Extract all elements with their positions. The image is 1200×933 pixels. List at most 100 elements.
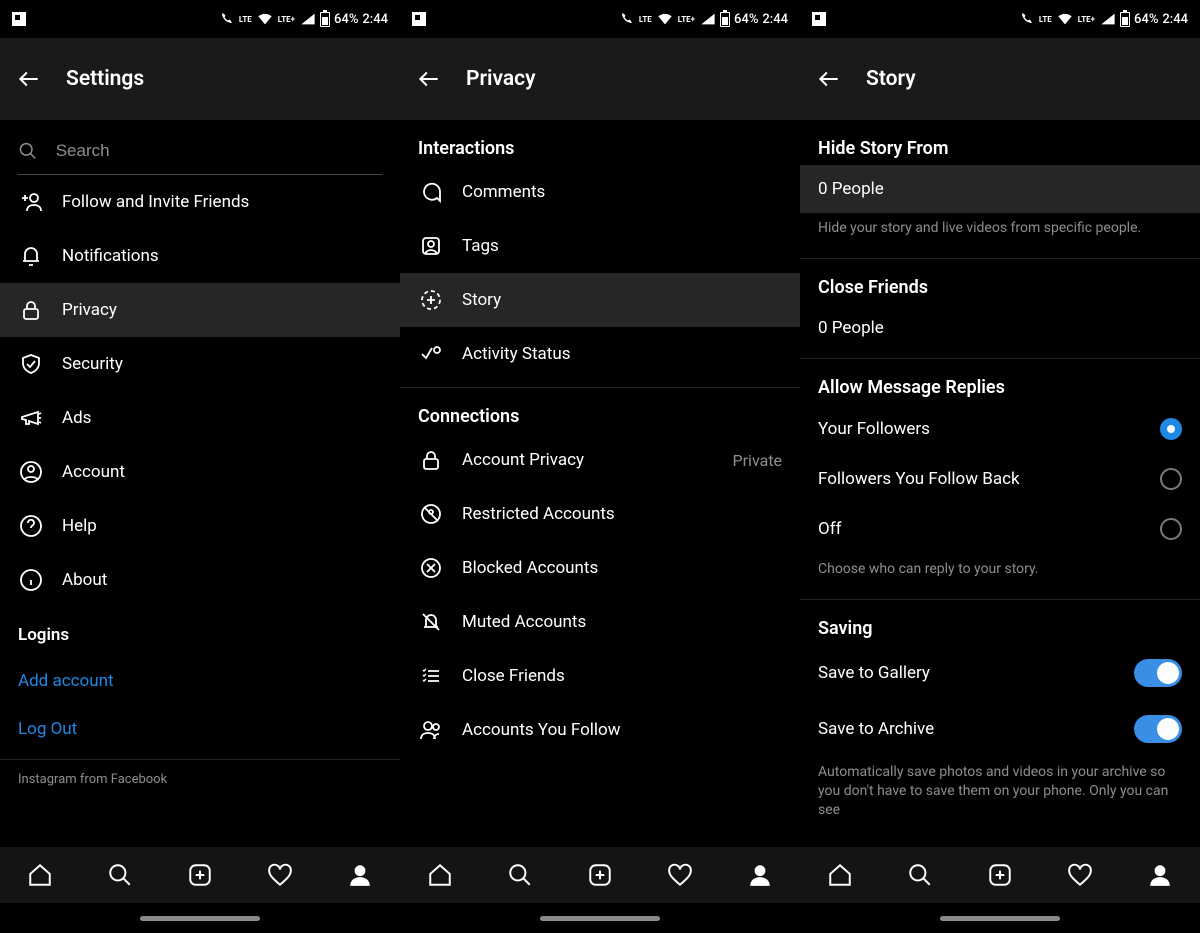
item-label: Notifications xyxy=(62,246,159,266)
toggle-on[interactable] xyxy=(1134,659,1182,687)
system-nav xyxy=(400,903,800,933)
battery-icon xyxy=(1120,12,1130,27)
hide-from-row[interactable]: 0 People xyxy=(800,165,1200,213)
item-label: Story xyxy=(462,290,501,310)
search-row[interactable] xyxy=(18,130,382,175)
nav-pill[interactable] xyxy=(140,916,260,921)
phone-settings: LTE LTE+ 64% 2:44 Settings Follow and In… xyxy=(0,0,400,933)
saving-hint: Automatically save photos and videos in … xyxy=(800,757,1200,820)
item-label: Accounts You Follow xyxy=(462,720,621,740)
nav-search[interactable] xyxy=(906,861,934,889)
back-button[interactable] xyxy=(816,66,842,92)
item-ads[interactable]: Ads xyxy=(0,391,400,445)
back-button[interactable] xyxy=(416,66,442,92)
save-archive-row[interactable]: Save to Archive xyxy=(800,701,1200,757)
item-notifications[interactable]: Notifications xyxy=(0,229,400,283)
story-icon xyxy=(418,288,444,312)
add-account-link[interactable]: Add account xyxy=(0,657,400,705)
nav-activity[interactable] xyxy=(1066,861,1094,889)
nav-activity[interactable] xyxy=(666,861,694,889)
help-icon xyxy=(18,514,44,538)
lte-plus-label: LTE+ xyxy=(277,15,296,24)
page-title: Privacy xyxy=(466,67,536,91)
radio-selected[interactable] xyxy=(1160,418,1182,440)
nav-profile[interactable] xyxy=(746,861,774,889)
item-label: Comments xyxy=(462,182,545,202)
add-person-icon xyxy=(18,190,44,214)
item-privacy[interactable]: Privacy xyxy=(0,283,400,337)
nav-home[interactable] xyxy=(26,861,54,889)
item-muted[interactable]: Muted Accounts xyxy=(400,595,800,649)
interactions-label: Interactions xyxy=(400,120,800,165)
item-tags[interactable]: Tags xyxy=(400,219,800,273)
reply-option-follow-back[interactable]: Followers You Follow Back xyxy=(800,454,1200,504)
phone-story: LTE LTE+ 64% 2:44 Story Hide Story From … xyxy=(800,0,1200,933)
nav-activity[interactable] xyxy=(266,861,294,889)
account-privacy-value: Private xyxy=(733,451,782,470)
close-friends-row[interactable]: 0 People xyxy=(800,304,1200,352)
bottom-nav xyxy=(400,847,800,903)
item-label: Privacy xyxy=(62,300,117,320)
radio[interactable] xyxy=(1160,468,1182,490)
nav-pill[interactable] xyxy=(940,916,1060,921)
nav-home[interactable] xyxy=(426,861,454,889)
hide-from-label: Hide Story From xyxy=(800,120,1200,165)
item-blocked[interactable]: Blocked Accounts xyxy=(400,541,800,595)
nav-add[interactable] xyxy=(986,861,1014,889)
privacy-header: Privacy xyxy=(400,38,800,120)
page-title: Settings xyxy=(66,67,144,91)
item-about[interactable]: About xyxy=(0,553,400,607)
saving-label: Saving xyxy=(800,600,1200,645)
people-icon xyxy=(418,718,444,742)
item-accounts-follow[interactable]: Accounts You Follow xyxy=(400,703,800,757)
nav-profile[interactable] xyxy=(1146,861,1174,889)
item-label: Help xyxy=(62,516,97,536)
item-follow-invite[interactable]: Follow and Invite Friends xyxy=(0,175,400,229)
item-story[interactable]: Story xyxy=(400,273,800,327)
log-out-link[interactable]: Log Out xyxy=(0,705,400,753)
image-notification-icon xyxy=(812,12,826,26)
item-account[interactable]: Account xyxy=(0,445,400,499)
item-account-privacy[interactable]: Account Privacy Private xyxy=(400,433,800,487)
nav-add[interactable] xyxy=(186,861,214,889)
nav-home[interactable] xyxy=(826,861,854,889)
row-label: Save to Archive xyxy=(818,719,934,739)
bottom-nav xyxy=(0,847,400,903)
nav-search[interactable] xyxy=(106,861,134,889)
info-icon xyxy=(18,568,44,592)
reply-option-off[interactable]: Off xyxy=(800,504,1200,554)
muted-icon xyxy=(418,610,444,634)
item-label: Restricted Accounts xyxy=(462,504,615,524)
item-comments[interactable]: Comments xyxy=(400,165,800,219)
search-input[interactable] xyxy=(56,141,382,161)
nav-add[interactable] xyxy=(586,861,614,889)
option-label: Your Followers xyxy=(818,419,930,439)
search-icon xyxy=(18,140,38,162)
page-title: Story xyxy=(866,67,916,91)
tag-icon xyxy=(418,234,444,258)
bell-icon xyxy=(18,244,44,268)
lock-icon xyxy=(18,298,44,322)
nav-search[interactable] xyxy=(506,861,534,889)
nav-pill[interactable] xyxy=(540,916,660,921)
item-restricted[interactable]: Restricted Accounts xyxy=(400,487,800,541)
wifi-icon xyxy=(657,12,673,26)
toggle-on[interactable] xyxy=(1134,715,1182,743)
system-nav xyxy=(0,903,400,933)
activity-icon xyxy=(418,342,444,366)
item-label: Close Friends xyxy=(462,666,565,686)
item-label: Ads xyxy=(62,408,91,428)
nav-profile[interactable] xyxy=(346,861,374,889)
item-activity-status[interactable]: Activity Status xyxy=(400,327,800,381)
reply-option-followers[interactable]: Your Followers xyxy=(800,404,1200,454)
item-close-friends[interactable]: Close Friends xyxy=(400,649,800,703)
system-nav xyxy=(800,903,1200,933)
save-gallery-row[interactable]: Save to Gallery xyxy=(800,645,1200,701)
connections-label: Connections xyxy=(400,388,800,433)
back-button[interactable] xyxy=(16,66,42,92)
item-security[interactable]: Security xyxy=(0,337,400,391)
radio[interactable] xyxy=(1160,518,1182,540)
status-bar: LTE LTE+ 64% 2:44 xyxy=(800,0,1200,38)
item-label: Tags xyxy=(462,236,499,256)
item-help[interactable]: Help xyxy=(0,499,400,553)
